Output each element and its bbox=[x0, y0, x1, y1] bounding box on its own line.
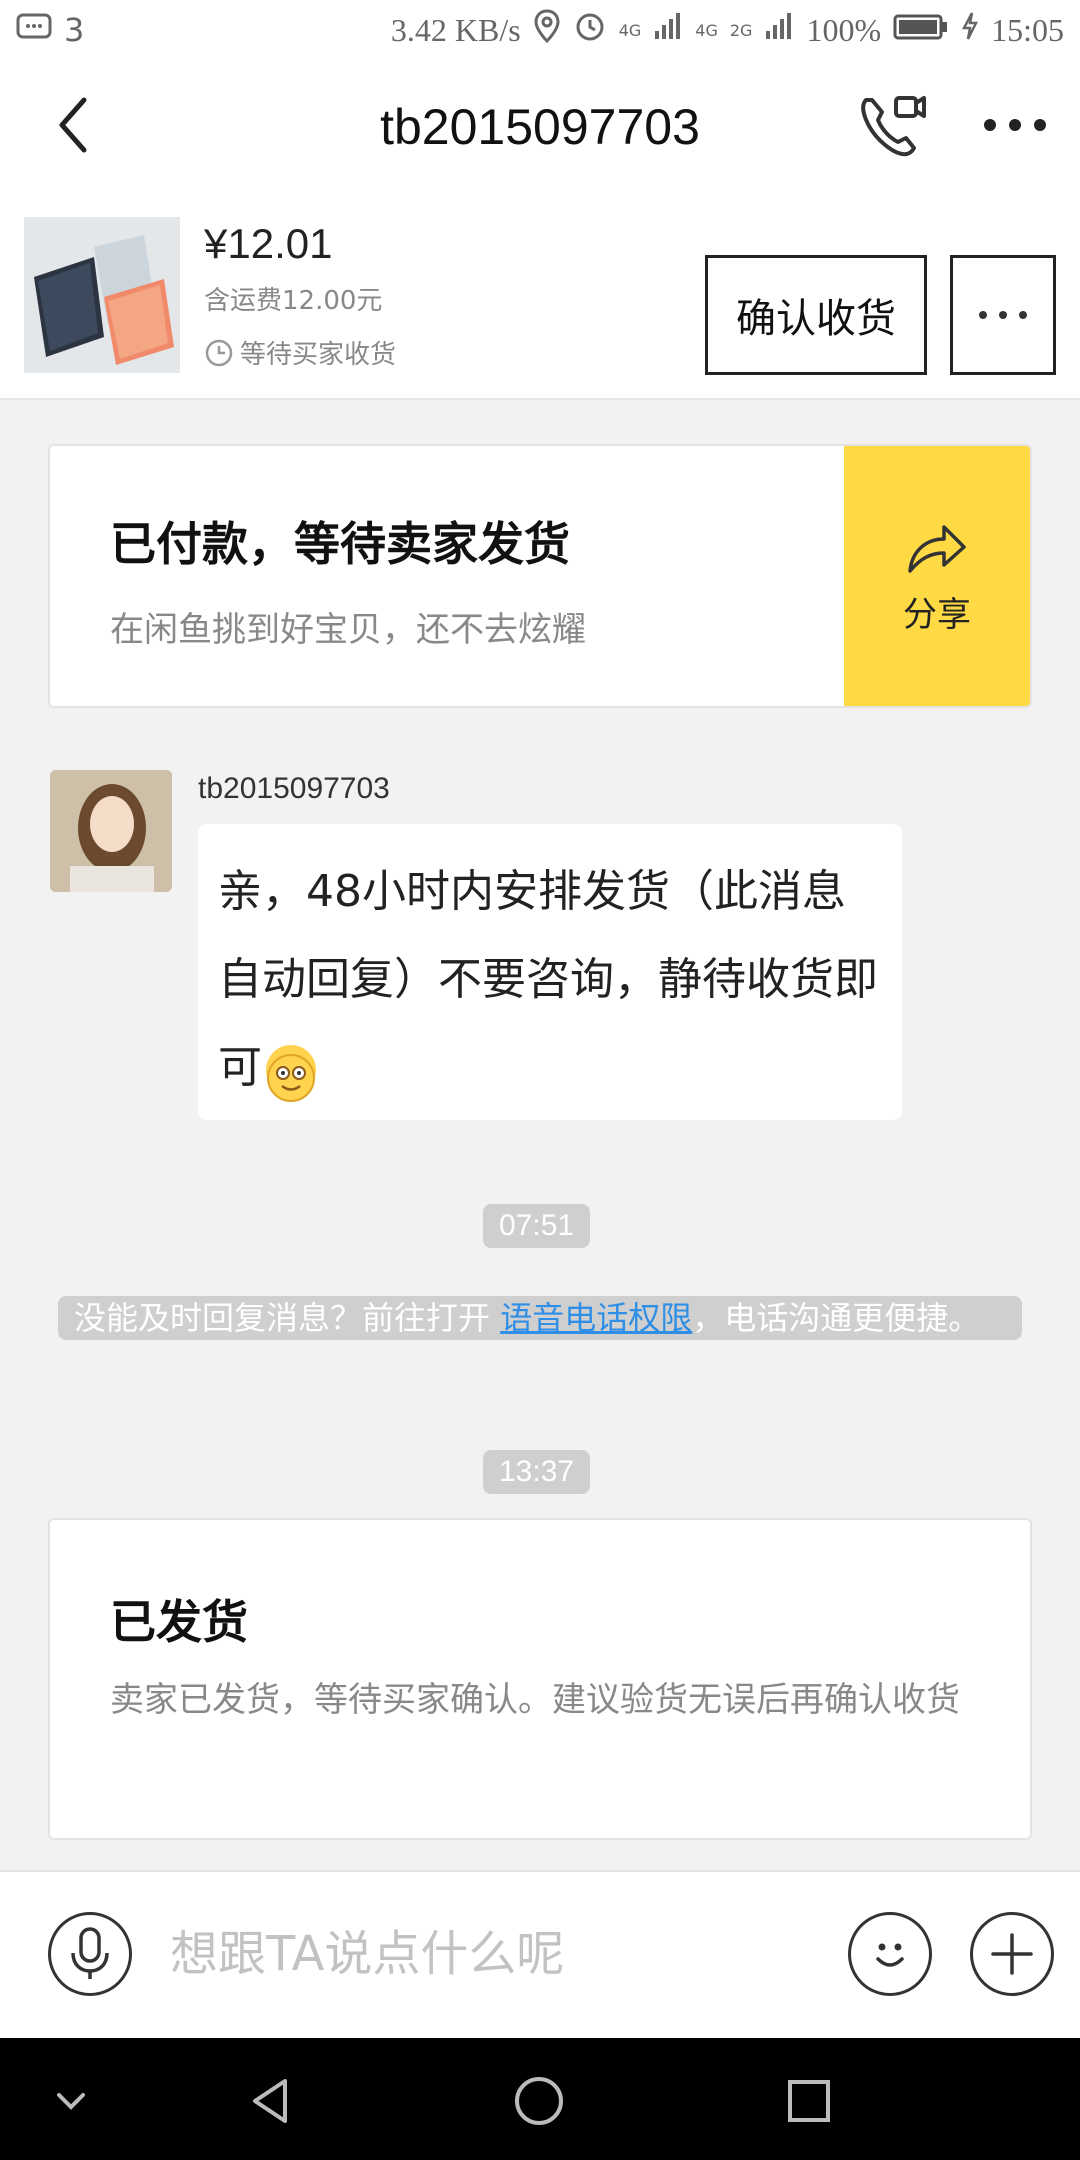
signal-4g-label-2: 4G bbox=[695, 20, 718, 40]
voice-input-button[interactable] bbox=[48, 1912, 132, 1996]
notice-text-after: ，电话沟通更便捷。 bbox=[692, 1299, 981, 1337]
message-bubble: 亲，48小时内安排发货（此消息自动回复）不要咨询，静待收货即可 bbox=[198, 824, 902, 1120]
phone-product-image bbox=[24, 217, 180, 373]
sender-name: tb2015097703 bbox=[198, 772, 390, 805]
payment-status-card: 已付款，等待卖家发货 在闲鱼挑到好宝贝，还不去炫耀 分享 bbox=[48, 444, 1032, 708]
timestamp-pill: 07:51 bbox=[483, 1204, 591, 1248]
product-bar: ¥12.01 含运费12.00元 等待买家收货 确认收货 bbox=[0, 190, 1080, 400]
signal-bars-icon bbox=[653, 11, 683, 49]
message-notification-icon bbox=[16, 11, 54, 49]
circle-home-icon bbox=[515, 2077, 563, 2125]
status-bar: 3 3.42 KB/s 4G 4G 2G 100% 15:05 bbox=[0, 0, 1080, 60]
avatar-image bbox=[50, 770, 172, 892]
net-speed: 3.42 KB/s bbox=[390, 11, 521, 48]
notice-text-before: 没能及时回复消息？前往打开 bbox=[74, 1299, 501, 1337]
share-arrow-icon bbox=[908, 524, 966, 573]
voice-call-permission-link[interactable]: 语音电话权限 bbox=[500, 1299, 692, 1337]
payment-status-subtitle: 在闲鱼挑到好宝贝，还不去炫耀 bbox=[110, 610, 586, 650]
shipping-status-description: 卖家已发货，等待买家确认。建议验货无误后再确认收货 bbox=[110, 1680, 960, 1720]
ellipsis-icon bbox=[979, 311, 1027, 319]
message-text: 亲，48小时内安排发货（此消息自动回复）不要咨询，静待收货即可 bbox=[218, 866, 878, 1093]
share-button[interactable]: 分享 bbox=[844, 446, 1030, 706]
battery-icon bbox=[893, 11, 949, 49]
signal-4g-label: 4G bbox=[618, 20, 642, 40]
order-status-text: 等待买家收货 bbox=[240, 340, 397, 370]
payment-status-title: 已付款，等待卖家发货 bbox=[110, 517, 570, 571]
sender-avatar[interactable] bbox=[50, 770, 172, 892]
more-options-button[interactable] bbox=[980, 100, 1050, 150]
share-label: 分享 bbox=[903, 594, 971, 635]
shipping-fee: 含运费12.00元 bbox=[204, 286, 383, 316]
nav-back-button[interactable] bbox=[236, 2066, 306, 2136]
notification-count: 3 bbox=[64, 11, 85, 49]
more-actions-button[interactable] bbox=[970, 1912, 1054, 1996]
clock-icon bbox=[205, 339, 233, 366]
confirm-receipt-button[interactable]: 确认收货 bbox=[705, 255, 927, 375]
smiley-icon bbox=[876, 1943, 904, 1967]
chevron-down-icon bbox=[57, 2093, 85, 2110]
phone-video-icon bbox=[861, 96, 926, 157]
product-thumbnail[interactable] bbox=[24, 217, 180, 373]
plus-icon bbox=[991, 1933, 1033, 1975]
microphone-icon bbox=[71, 1927, 109, 1979]
battery-level: 100% bbox=[806, 11, 882, 48]
nav-hide-button[interactable] bbox=[36, 2066, 106, 2136]
location-icon bbox=[533, 9, 561, 51]
message-input-bar bbox=[0, 1870, 1080, 2038]
nav-recents-button[interactable] bbox=[774, 2066, 844, 2136]
alarm-icon bbox=[573, 9, 607, 51]
order-more-button[interactable] bbox=[950, 255, 1056, 375]
signal-2g-label: 2G bbox=[729, 20, 753, 40]
emoji-button[interactable] bbox=[848, 1912, 932, 1996]
timestamp-pill: 13:37 bbox=[483, 1450, 591, 1494]
nav-home-button[interactable] bbox=[504, 2066, 574, 2136]
message-input[interactable] bbox=[170, 1912, 810, 1996]
clock: 15:05 bbox=[991, 11, 1064, 48]
shipping-status-card: 已发货 卖家已发货，等待买家确认。建议验货无误后再确认收货 bbox=[48, 1518, 1032, 1840]
square-recents-icon bbox=[788, 2080, 830, 2122]
order-status: 等待买家收货 bbox=[204, 334, 396, 371]
system-navigation-bar bbox=[0, 2038, 1080, 2160]
triangle-back-icon bbox=[253, 2079, 287, 2123]
shipping-status-title: 已发货 bbox=[110, 1595, 248, 1649]
charging-icon bbox=[961, 11, 979, 49]
chat-header: tb2015097703 bbox=[0, 60, 1080, 190]
system-notice: 没能及时回复消息？前往打开 语音电话权限，电话沟通更便捷。 bbox=[58, 1296, 1022, 1340]
voice-video-call-button[interactable] bbox=[852, 86, 932, 166]
product-price: ¥12.01 bbox=[204, 220, 333, 267]
ellipsis-icon bbox=[984, 119, 1046, 131]
signal-bars-icon-2 bbox=[764, 11, 794, 49]
smiling-face-emoji-icon bbox=[266, 1045, 316, 1102]
